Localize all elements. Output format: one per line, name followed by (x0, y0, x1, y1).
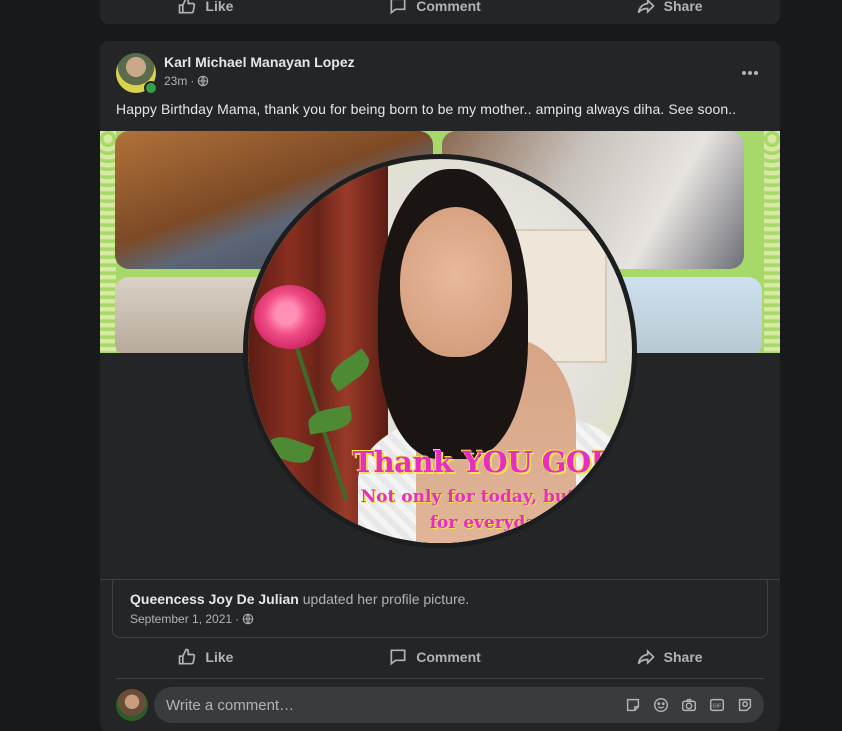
like-button[interactable]: Like (159, 641, 251, 673)
comment-label: Comment (416, 649, 481, 665)
post-header: Karl Michael Manayan Lopez 23m · (116, 53, 764, 97)
like-label: Like (205, 649, 234, 665)
post-card: Karl Michael Manayan Lopez 23m · Happy B… (100, 41, 780, 731)
image-subtext-line1: Not only for today, but also (360, 487, 620, 507)
post-time[interactable]: 23m (164, 74, 187, 88)
share-icon (637, 0, 655, 14)
comment-composer: Write a comment… GIF (116, 687, 764, 723)
previous-post-action-bar: Like Comment Share (100, 0, 780, 24)
shared-line: Queencess Joy De Julian updated her prof… (130, 591, 469, 607)
comment-button[interactable]: Comment (370, 641, 499, 673)
current-user-avatar[interactable] (116, 689, 148, 721)
shared-attachment-info[interactable]: Queencess Joy De Julian updated her prof… (112, 579, 768, 638)
post-caption: Happy Birthday Mama, thank you for being… (116, 101, 737, 117)
sticker-icon[interactable] (624, 696, 642, 714)
gif-icon[interactable]: GIF (708, 696, 726, 714)
rose-flower (254, 285, 326, 349)
image-subtext-line2: for everyday. (429, 513, 551, 533)
share-button[interactable]: Share (618, 0, 721, 22)
share-button[interactable]: Share (618, 641, 721, 673)
share-icon (637, 649, 655, 665)
face (400, 207, 512, 357)
comment-tools: GIF (624, 696, 754, 714)
cover-pattern-right (764, 131, 780, 353)
more-options-icon[interactable] (736, 59, 764, 87)
globe-icon[interactable] (197, 75, 209, 87)
comment-button[interactable]: Comment (370, 0, 499, 22)
author-name[interactable]: Karl Michael Manayan Lopez (164, 54, 355, 70)
online-status-dot (144, 81, 158, 95)
globe-icon (242, 613, 254, 625)
shared-user-name[interactable]: Queencess Joy De Julian (130, 591, 299, 607)
like-button[interactable]: Like (159, 0, 251, 22)
post-meta: 23m · (164, 74, 209, 88)
post-action-bar: Like Comment Share (100, 639, 780, 675)
divider (116, 678, 764, 679)
meta-separator: · (190, 74, 195, 88)
avatar-sticker-icon[interactable] (736, 696, 754, 714)
camera-icon[interactable] (680, 696, 698, 714)
previous-post-card: Like Comment Share (100, 0, 780, 24)
share-label: Share (663, 649, 703, 665)
svg-text:GIF: GIF (713, 704, 723, 710)
shared-meta: September 1, 2021 · (130, 612, 254, 626)
shared-date[interactable]: September 1, 2021 (130, 612, 232, 626)
shared-action-text: updated her profile picture. (302, 591, 470, 607)
emoji-icon[interactable] (652, 696, 670, 714)
like-icon (179, 648, 196, 665)
comment-icon (390, 649, 406, 666)
meta-separator: · (235, 612, 240, 626)
profile-picture[interactable]: Thank YOU GOD! Not only for today, but a… (248, 159, 632, 543)
like-icon (179, 0, 196, 14)
cover-pattern-left (100, 131, 116, 353)
comment-label: Comment (416, 0, 481, 14)
image-headline: Thank YOU GOD! (352, 445, 629, 479)
comment-input[interactable]: Write a comment… GIF (154, 687, 764, 723)
comment-icon (390, 0, 406, 15)
share-label: Share (663, 0, 703, 14)
like-label: Like (205, 0, 234, 14)
image-subtext: Not only for today, but also for everyda… (340, 484, 632, 536)
